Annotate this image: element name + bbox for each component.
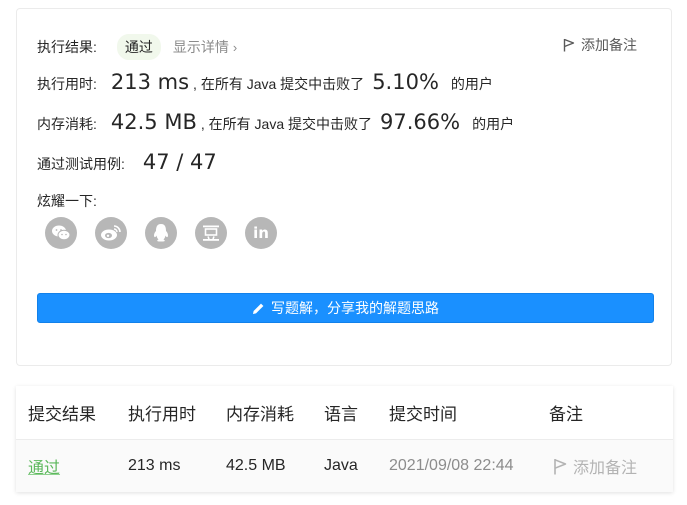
header-time: 提交时间 <box>389 405 457 424</box>
header-language: 语言 <box>324 405 358 424</box>
memory-percent: 97.66% <box>380 110 461 134</box>
memory-row: 内存消耗: 42.5 MB , 在所有 Java 提交中击败了 97.66% 的… <box>37 110 514 134</box>
runtime-suffix: 的用户 <box>450 76 493 92</box>
write-solution-button[interactable]: 写题解，分享我的解题思路 <box>37 293 654 323</box>
pencil-icon <box>253 303 264 314</box>
memory-label: 内存消耗: <box>37 116 97 132</box>
wechat-icon[interactable] <box>45 217 77 249</box>
runtime-row: 执行用时: 213 ms , 在所有 Java 提交中击败了 5.10% 的用户 <box>37 70 493 94</box>
add-note-button[interactable]: 添加备注 <box>563 35 637 55</box>
runtime-value: 213 ms <box>110 70 190 94</box>
runtime-percent: 5.10% <box>372 70 439 94</box>
tests-row: 通过测试用例: 47 / 47 <box>37 150 221 174</box>
header-result: 提交结果 <box>28 405 96 424</box>
header-note: 备注 <box>549 405 583 424</box>
row-language: Java <box>324 457 358 474</box>
write-solution-label: 写题解，分享我的解题思路 <box>271 300 439 316</box>
submission-table: 提交结果 执行用时 内存消耗 语言 提交时间 备注 通过 213 ms 42.5… <box>16 386 673 492</box>
show-details-label: 显示详情 <box>172 39 229 55</box>
row-add-note-button[interactable]: 添加备注 <box>553 440 637 492</box>
row-result-link[interactable]: 通过 <box>28 440 60 492</box>
row-add-note-label: 添加备注 <box>573 460 638 477</box>
share-label: 炫耀一下: <box>37 193 97 209</box>
row-memory: 42.5 MB <box>226 457 286 474</box>
table-header: 提交结果 执行用时 内存消耗 语言 提交时间 备注 <box>16 386 673 440</box>
flag-icon <box>563 38 575 52</box>
memory-text: , 在所有 Java 提交中击败了 <box>200 116 372 132</box>
show-details-link[interactable]: 显示详情 › <box>173 37 237 57</box>
status-badge: 通过 <box>116 34 161 60</box>
douban-icon[interactable] <box>195 217 227 249</box>
runtime-label: 执行用时: <box>37 76 97 92</box>
chevron-right-icon: › <box>232 39 238 55</box>
linkedin-icon[interactable]: in <box>245 217 277 249</box>
runtime-text: , 在所有 Java 提交中击败了 <box>193 76 365 92</box>
share-icons: in <box>45 217 295 249</box>
result-label: 执行结果: <box>37 39 97 55</box>
tests-label: 通过测试用例: <box>37 156 125 172</box>
row-runtime: 213 ms <box>128 457 181 474</box>
row-time: 2021/09/08 22:44 <box>389 457 514 474</box>
memory-suffix: 的用户 <box>472 116 515 132</box>
weibo-icon[interactable] <box>95 217 127 249</box>
add-note-label: 添加备注 <box>581 37 637 53</box>
result-row: 执行结果: 通过 显示详情 › <box>37 34 237 60</box>
result-card: 执行结果: 通过 显示详情 › 添加备注 执行用时: 213 ms , 在所有 … <box>16 8 672 366</box>
header-memory: 内存消耗 <box>226 405 294 424</box>
table-row: 通过 213 ms 42.5 MB Java 2021/09/08 22:44 … <box>16 440 673 492</box>
tests-value: 47 / 47 <box>142 150 217 174</box>
share-row: 炫耀一下: <box>37 191 97 211</box>
memory-value: 42.5 MB <box>110 110 197 134</box>
flag-icon <box>554 458 567 474</box>
header-runtime: 执行用时 <box>128 405 196 424</box>
qq-icon[interactable] <box>145 217 177 249</box>
